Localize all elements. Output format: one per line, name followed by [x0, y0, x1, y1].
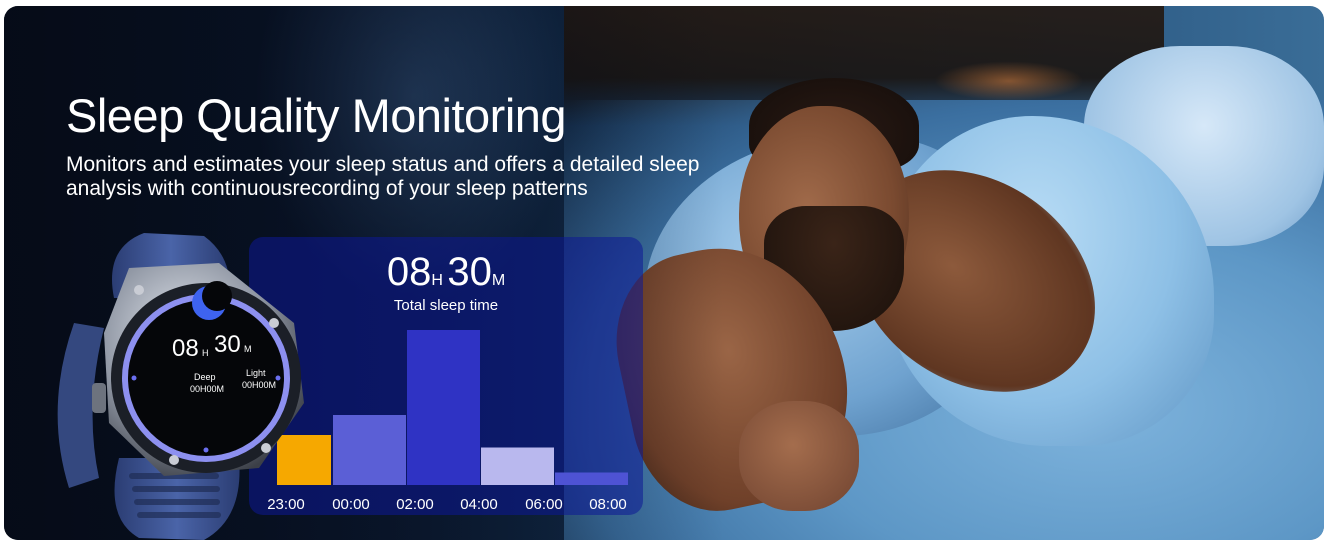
- chart-tick-label: 04:00: [460, 496, 498, 513]
- watch-light-value: 00H00M: [242, 380, 276, 390]
- smartwatch: 08 H 30 M Deep 00H00M Light 00H00M: [57, 233, 304, 540]
- chart-tick-label: 08:00: [589, 496, 627, 513]
- watch-deep-label: Deep: [194, 372, 216, 382]
- chart-bar-1: [333, 415, 406, 485]
- banner-title: Sleep Quality Monitoring: [66, 89, 567, 142]
- sleep-monitoring-banner: Sleep Quality Monitoring Monitors and es…: [4, 6, 1324, 540]
- watch-hours: 08: [172, 335, 199, 362]
- sleeping-man-hand: [739, 401, 859, 511]
- background-lamp-glow: [934, 61, 1084, 101]
- chart-tick-label: 00:00: [332, 496, 370, 513]
- chart-tick-label: 02:00: [396, 496, 434, 513]
- chart-bar-2: [407, 330, 480, 485]
- watch-minutes: 30: [214, 331, 241, 358]
- banner-subtitle: Monitors and estimates your sleep status…: [66, 153, 700, 200]
- watch-light-label: Light: [246, 368, 266, 378]
- chart-tick-label: 06:00: [525, 496, 563, 513]
- watch-minutes-unit: M: [244, 344, 252, 354]
- watch-deep-value: 00H00M: [190, 384, 224, 394]
- chart-bar-4: [555, 472, 628, 485]
- chart-bar-3: [481, 447, 554, 485]
- watch-hours-unit: H: [202, 348, 209, 358]
